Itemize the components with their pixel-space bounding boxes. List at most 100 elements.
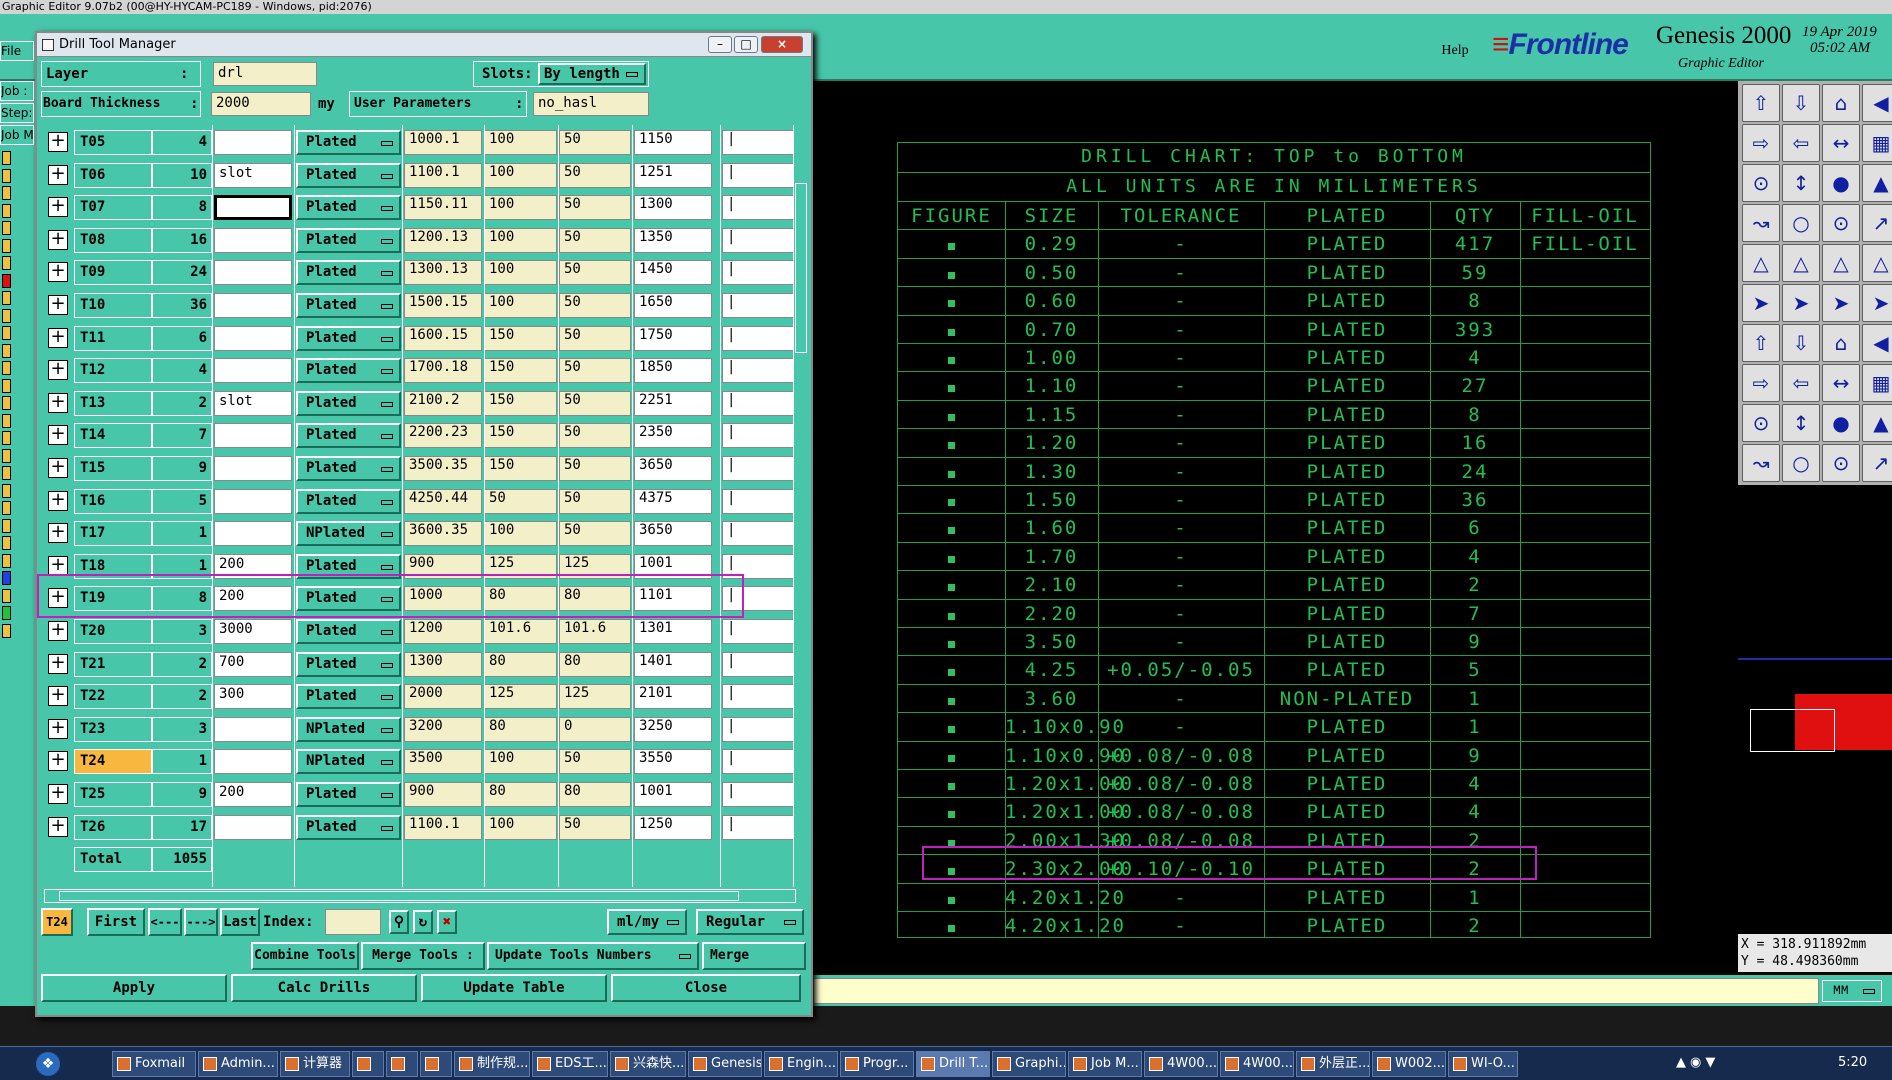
tool-number[interactable]: T23 — [74, 716, 152, 742]
plating-dropdown[interactable]: Plated — [296, 488, 401, 514]
drill-size-field[interactable]: 1250 — [634, 814, 712, 840]
target-icon[interactable]: ⊙ — [1742, 164, 1780, 202]
triangle-icon[interactable]: ▲ — [1862, 164, 1892, 202]
tolerance-plus-field[interactable]: 80 — [484, 651, 557, 677]
slot-field[interactable] — [214, 227, 292, 253]
extra-field[interactable]: ​| — [722, 553, 796, 579]
finish-size-field[interactable]: 3500.35 — [404, 456, 482, 481]
layer-color-swatch[interactable] — [2, 588, 11, 603]
taskbar-item[interactable]: EDS工... — [532, 1051, 608, 1077]
layer-color-swatch[interactable] — [2, 343, 11, 358]
expand-row-icon[interactable]: + — [48, 784, 68, 804]
taskbar-item[interactable]: 计算器 — [280, 1051, 350, 1077]
slot-field[interactable] — [214, 521, 292, 547]
layer-color-swatch[interactable] — [2, 413, 11, 428]
layer-color-swatch[interactable] — [2, 378, 11, 393]
drill-size-field[interactable]: 1350 — [634, 227, 712, 253]
apply-button[interactable]: Apply — [41, 974, 227, 1002]
taskbar-item[interactable]: 4W00... — [1220, 1051, 1294, 1077]
expand-row-icon[interactable]: + — [48, 164, 68, 185]
expand-row-icon[interactable]: + — [48, 555, 68, 576]
extra-field[interactable]: ​| — [722, 716, 796, 742]
expand-row-icon[interactable]: + — [48, 621, 68, 641]
plating-dropdown[interactable]: NPlated — [296, 749, 401, 775]
expand-row-icon[interactable]: + — [48, 718, 68, 739]
tolerance-minus-field[interactable]: 125 — [559, 553, 631, 579]
index-field[interactable] — [325, 909, 381, 935]
finish-size-field[interactable]: 1600.15 — [404, 325, 482, 351]
layer-color-swatch[interactable] — [2, 536, 11, 550]
drill-size-field[interactable]: 2350 — [634, 423, 712, 449]
finish-size-field[interactable]: 1200 — [404, 619, 482, 644]
extra-field[interactable]: ​| — [722, 260, 796, 286]
plating-dropdown[interactable]: Plated — [296, 358, 401, 384]
tool-number[interactable]: T18 — [74, 553, 152, 579]
triangle-icon[interactable]: ▲ — [1862, 404, 1892, 442]
taskbar-item[interactable]: Graphi... — [992, 1051, 1066, 1077]
finish-size-field[interactable]: 3500 — [404, 749, 482, 775]
layer-color-swatch[interactable] — [2, 186, 11, 200]
expand-row-icon[interactable]: + — [48, 392, 68, 413]
plating-dropdown[interactable]: Plated — [296, 130, 401, 155]
plating-dropdown[interactable]: NPlated — [296, 716, 401, 742]
drill-size-field[interactable]: 3250 — [634, 716, 712, 742]
vertical-scroll-thumb[interactable] — [795, 183, 807, 353]
move-up-icon[interactable]: ⇧ — [1742, 84, 1780, 122]
select-icon[interactable]: ➤ — [1782, 284, 1820, 322]
finish-size-field[interactable]: 3600.35 — [404, 521, 482, 547]
drill-size-field[interactable]: 1750 — [634, 325, 712, 351]
slot-field[interactable]: 200 — [214, 586, 292, 612]
slot-field[interactable] — [214, 814, 292, 840]
tolerance-minus-field[interactable]: 50 — [559, 325, 631, 351]
refresh-icon[interactable]: ↻ — [413, 910, 433, 934]
slot-field[interactable] — [214, 716, 292, 742]
tool-number[interactable]: T12 — [74, 358, 152, 384]
arc-icon[interactable]: ↝ — [1742, 444, 1780, 482]
file-menu[interactable]: File — [0, 41, 34, 61]
plating-dropdown[interactable]: Plated — [296, 195, 401, 221]
prev-button[interactable]: <--- — [148, 908, 182, 936]
plating-dropdown[interactable]: Plated — [296, 684, 401, 710]
circle-icon[interactable]: ○ — [1782, 444, 1820, 482]
expand-row-icon[interactable]: + — [48, 458, 68, 478]
expand-row-icon[interactable]: + — [48, 653, 68, 674]
layer-color-swatch[interactable] — [2, 256, 11, 270]
window-close-icon[interactable]: × — [761, 36, 803, 53]
snap-icon[interactable]: ⊙ — [1822, 204, 1860, 242]
taskbar-item[interactable]: W002... — [1372, 1051, 1446, 1077]
tool-number[interactable]: T22 — [74, 684, 152, 710]
tolerance-minus-field[interactable]: 50 — [559, 260, 631, 286]
tolerance-plus-field[interactable]: 100 — [484, 293, 557, 318]
plating-dropdown[interactable]: Plated — [296, 390, 401, 416]
shift-right-icon[interactable]: ⇨ — [1742, 124, 1780, 162]
slot-field[interactable] — [214, 260, 292, 286]
extra-field[interactable]: ​| — [722, 390, 796, 416]
tolerance-minus-field[interactable]: 50 — [559, 488, 631, 514]
finish-size-field[interactable]: 900 — [404, 782, 482, 807]
tolerance-plus-field[interactable]: 150 — [484, 423, 557, 449]
extra-field[interactable]: ​| — [722, 521, 796, 547]
finish-size-field[interactable]: 1100.1 — [404, 814, 482, 840]
extra-field[interactable]: ​| — [722, 227, 796, 253]
thickness-field[interactable]: 2000 — [211, 92, 311, 116]
plating-dropdown[interactable]: Plated — [296, 293, 401, 318]
help-menu[interactable]: Help — [1430, 40, 1480, 62]
drill-size-field[interactable]: 3650 — [634, 456, 712, 481]
tool-number[interactable]: T08 — [74, 227, 152, 253]
finish-size-field[interactable]: 1100.1 — [404, 162, 482, 188]
extra-field[interactable]: ​| — [722, 782, 796, 807]
command-input[interactable] — [813, 978, 1819, 1004]
layer-color-swatch[interactable] — [2, 308, 11, 323]
expand-row-icon[interactable]: + — [48, 197, 68, 218]
taskbar-item[interactable]: Job M... — [1068, 1051, 1142, 1077]
tolerance-minus-field[interactable]: 50 — [559, 195, 631, 221]
pad-icon[interactable]: ● — [1822, 164, 1860, 202]
tolerance-minus-field[interactable]: 50 — [559, 456, 631, 481]
home-icon[interactable]: ⌂ — [1822, 324, 1860, 362]
tolerance-minus-field[interactable]: 50 — [559, 227, 631, 253]
drill-size-field[interactable]: 3650 — [634, 521, 712, 547]
layer-color-swatch[interactable] — [2, 466, 11, 480]
extra-field[interactable]: ​| — [722, 749, 796, 775]
drc-icon[interactable]: △ — [1782, 244, 1820, 282]
pad-icon[interactable]: ● — [1822, 404, 1860, 442]
